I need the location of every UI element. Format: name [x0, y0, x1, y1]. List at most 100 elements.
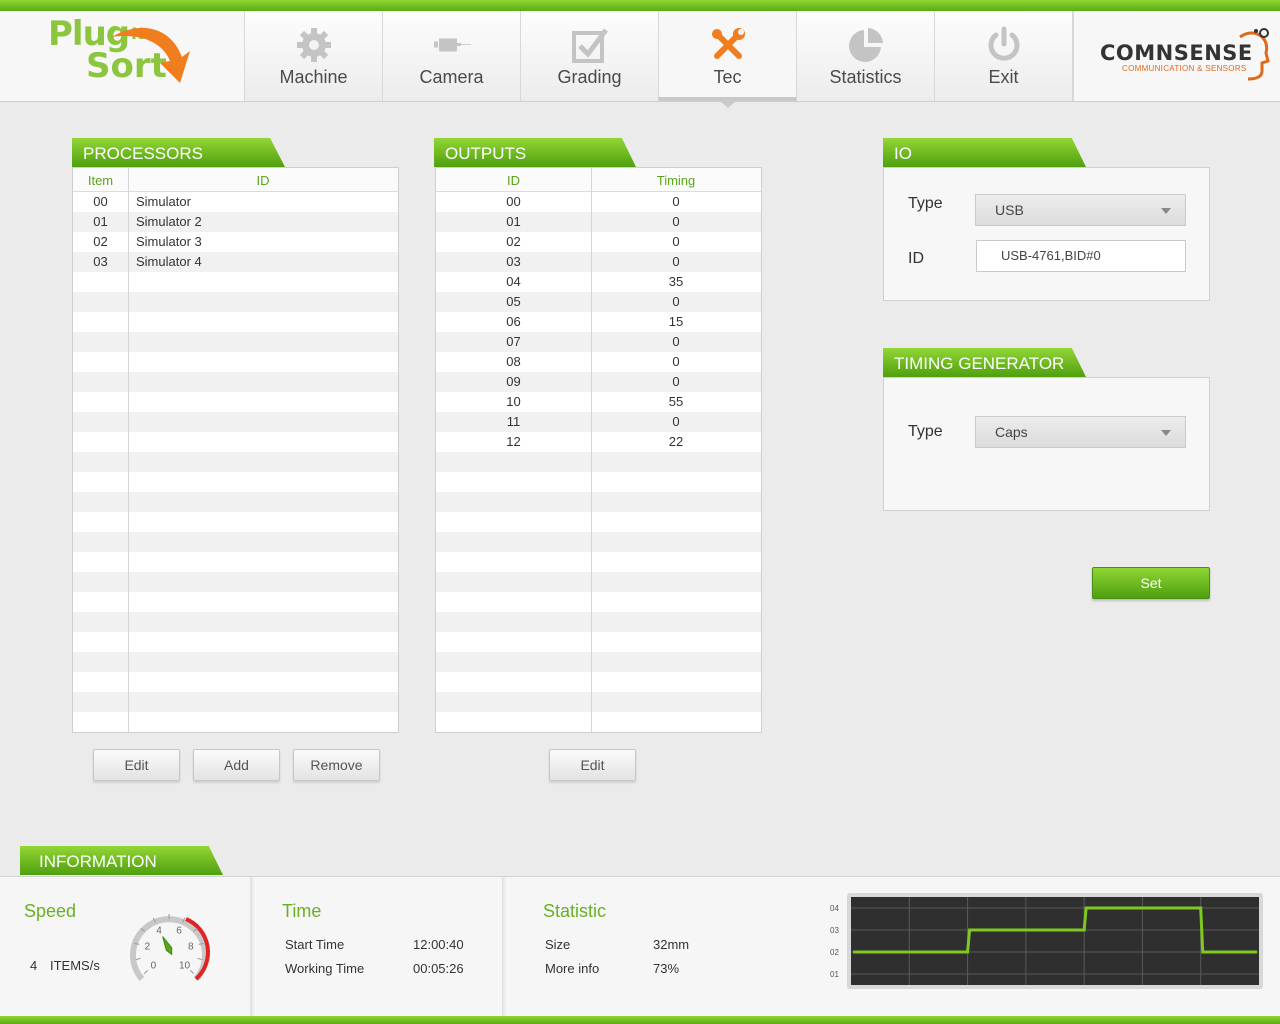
output-edit-button[interactable]: Edit [549, 749, 636, 781]
table-row[interactable]: 03 Simulator 4 [73, 252, 398, 272]
table-cell-id [128, 472, 398, 492]
processor-remove-button[interactable]: Remove [293, 749, 380, 781]
gauge-tick [189, 969, 195, 975]
table-cell-timing: 55 [668, 394, 684, 409]
table-row [73, 652, 398, 672]
table-row[interactable]: 07 0 [436, 332, 761, 352]
table-cell-timing: 0 [672, 334, 680, 349]
table-row[interactable]: 04 35 [436, 272, 761, 292]
table-row[interactable]: 11 0 [436, 412, 761, 432]
timing-type-label: Type [908, 423, 943, 440]
table-row[interactable]: 01 Simulator 2 [73, 212, 398, 232]
table-cell-id [436, 712, 591, 732]
table-row[interactable]: 08 0 [436, 352, 761, 372]
table-row[interactable]: 05 0 [436, 292, 761, 312]
table-row[interactable]: 03 0 [436, 252, 761, 272]
table-cell-timing [591, 572, 761, 592]
table-row[interactable]: 09 0 [436, 372, 761, 392]
main-nav: Machine Camera Grading Tec Statistics Ex… [245, 11, 1073, 108]
table-cell-item: 01 [93, 214, 108, 229]
table-cell-id [436, 652, 591, 672]
table-cell-timing [591, 552, 761, 572]
table-cell-id: 11 [506, 414, 521, 429]
signal-level-label: 03 [830, 926, 839, 935]
table-cell-id [436, 672, 591, 692]
nav-label: Machine [279, 67, 348, 87]
set-button[interactable]: Set [1092, 567, 1210, 599]
table-cell-id [436, 452, 591, 472]
chevron-down-icon [1161, 208, 1171, 214]
io-type-select[interactable]: USB [975, 194, 1186, 226]
column-header-item: Item [87, 173, 114, 188]
logo-arrow-icon [112, 27, 190, 84]
table-cell-item: 03 [93, 254, 108, 269]
table-cell-timing [591, 492, 761, 512]
table-row[interactable]: 00 0 [436, 192, 761, 212]
processor-edit-button[interactable]: Edit [93, 749, 180, 781]
nav-label: Statistics [829, 67, 902, 87]
io-id-field[interactable]: USB-4761,BID#0 [976, 240, 1186, 272]
table-row[interactable]: 02 0 [436, 232, 761, 252]
table-row [436, 512, 761, 532]
timing-type-select[interactable]: Caps [975, 416, 1186, 448]
table-row[interactable]: 02 Simulator 3 [73, 232, 398, 252]
table-body: 00 Simulator 01 Simulator 2 02 Simulator 3 03 S… [73, 192, 398, 732]
nav-label: Exit [988, 67, 1019, 87]
pie-chart-icon [846, 25, 886, 65]
table-cell-item [73, 352, 128, 372]
table-row [73, 392, 398, 412]
table-row [73, 412, 398, 432]
gauge-tick-label: 6 [176, 925, 182, 936]
table-cell-id: 10 [506, 394, 521, 409]
table-cell-id [128, 572, 398, 592]
table-cell-id [436, 472, 591, 492]
table-row[interactable]: 00 Simulator [73, 192, 398, 212]
gauge-tick-label: 4 [156, 925, 162, 936]
table-row[interactable]: 10 55 [436, 392, 761, 412]
processor-add-button[interactable]: Add [193, 749, 280, 781]
table-cell-id: 01 [506, 214, 521, 229]
tools-icon [708, 25, 748, 65]
nav-camera[interactable]: Camera [383, 11, 521, 101]
brand-head-icon [1239, 28, 1270, 81]
table-cell-timing: 0 [672, 294, 680, 309]
nav-exit[interactable]: Exit [935, 11, 1073, 101]
table-cell-timing: 15 [668, 314, 684, 329]
nav-machine[interactable]: Machine [245, 11, 383, 101]
checkbox-icon [570, 25, 610, 65]
io-id-label: ID [908, 250, 924, 267]
table-cell-item [73, 432, 128, 452]
table-cell-id [128, 352, 398, 372]
table-row [436, 592, 761, 612]
table-cell-item: 00 [93, 194, 108, 209]
outputs-title: OUTPUTS [434, 138, 636, 167]
table-row [436, 672, 761, 692]
time-section: Time Start Time 12:00:40 Working Time 00… [256, 877, 502, 1017]
table-cell-timing [591, 452, 761, 472]
table-row [73, 592, 398, 612]
gauge-tick [143, 969, 149, 975]
table-row [73, 612, 398, 632]
table-row [436, 532, 761, 552]
table-cell-item [73, 492, 128, 512]
column-header-id: ID [507, 173, 520, 188]
nav-grading[interactable]: Grading [521, 11, 659, 101]
nav-tec[interactable]: Tec [659, 11, 797, 108]
table-cell-item [73, 572, 128, 592]
brand-subtitle: COMMUNICATION & SENSORS [1122, 64, 1247, 73]
table-row[interactable]: 01 0 [436, 212, 761, 232]
table-row [436, 552, 761, 572]
table-cell-item [73, 712, 128, 732]
more-info-value: 73% [653, 961, 680, 976]
table-row[interactable]: 12 22 [436, 432, 761, 452]
table-row [436, 712, 761, 732]
table-cell-id [436, 512, 591, 532]
nav-statistics[interactable]: Statistics [797, 11, 935, 101]
table-cell-item [73, 372, 128, 392]
table-row[interactable]: 06 15 [436, 312, 761, 332]
table-cell-id [128, 372, 398, 392]
gauge-needle [162, 936, 173, 956]
camera-icon [432, 25, 472, 65]
size-label: Size [545, 937, 571, 952]
table-cell-id: 05 [506, 294, 521, 309]
